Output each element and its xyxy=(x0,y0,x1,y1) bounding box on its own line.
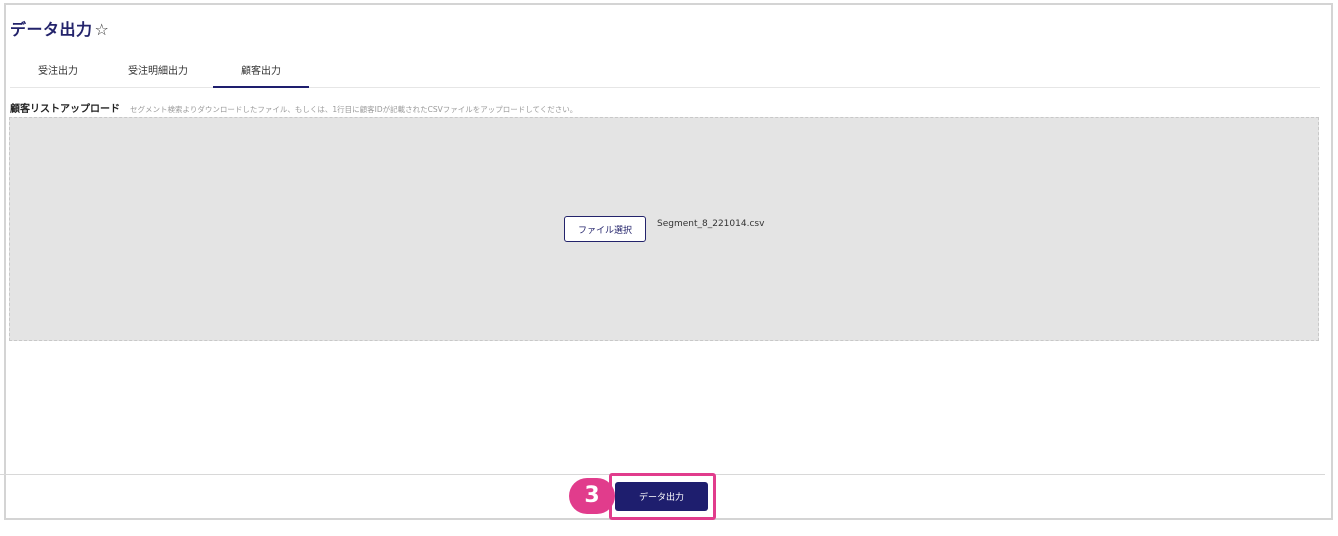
tab-customer-export[interactable]: 顧客出力 xyxy=(213,62,309,88)
export-tabs: 受注出力 受注明細出力 顧客出力 xyxy=(10,62,1320,88)
data-export-button[interactable]: データ出力 xyxy=(615,482,708,511)
tab-order-export[interactable]: 受注出力 xyxy=(10,62,106,88)
file-drop-zone[interactable]: ファイル選択 Segment_8_221014.csv xyxy=(9,117,1319,341)
page-title-text: データ出力 xyxy=(10,20,93,39)
upload-help-text: セグメント検索よりダウンロードしたファイル、もしくは、1行目に顧客IDが記載され… xyxy=(130,105,578,114)
upload-label-row: 顧客リストアップロード セグメント検索よりダウンロードしたファイル、もしくは、1行… xyxy=(10,100,577,115)
tab-label: 顧客出力 xyxy=(241,66,281,77)
choose-file-button[interactable]: ファイル選択 xyxy=(564,216,646,242)
selected-file-name: Segment_8_221014.csv xyxy=(657,219,765,229)
page-title: データ出力 ☆ xyxy=(10,16,109,40)
tab-label: 受注明細出力 xyxy=(128,66,188,77)
tab-label: 受注出力 xyxy=(38,66,78,77)
upload-label: 顧客リストアップロード xyxy=(10,104,120,115)
favorite-star-icon[interactable]: ☆ xyxy=(95,20,110,39)
tab-order-detail-export[interactable]: 受注明細出力 xyxy=(110,62,206,88)
step-number-badge: 3 xyxy=(569,478,615,514)
